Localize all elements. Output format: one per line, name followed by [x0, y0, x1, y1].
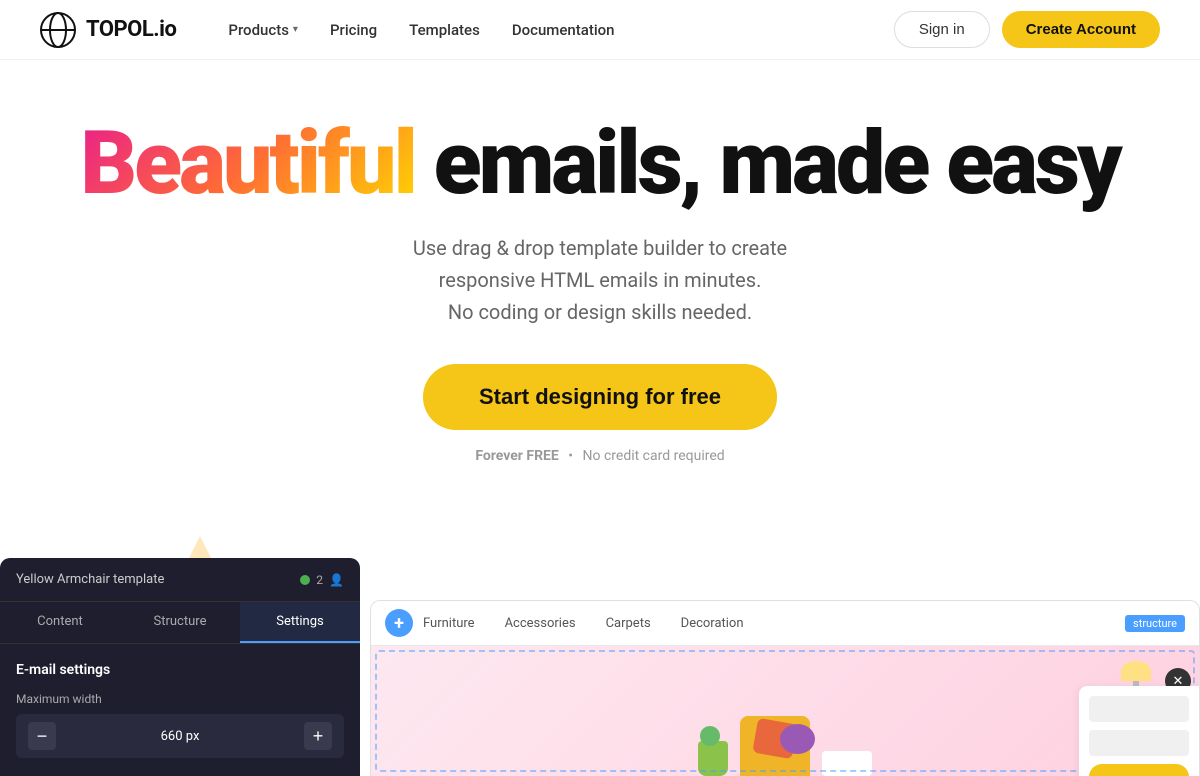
email-nav-accessories[interactable]: Accessories [505, 616, 576, 631]
editor-header: Yellow Armchair template 2 👤 [0, 558, 360, 602]
editor-section-title: E-mail settings [16, 662, 344, 678]
editor-users: 2 👤 [300, 573, 344, 587]
nav-products[interactable]: Products ▾ [216, 13, 310, 47]
email-content-area: ✕ ⧉ [371, 646, 1199, 776]
email-toolbar: + Furniture Accessories Carpets Decorati… [371, 601, 1199, 646]
email-nav-furniture[interactable]: Furniture [423, 616, 475, 631]
editor-panel: Yellow Armchair template 2 👤 Content Str… [0, 558, 360, 776]
tab-structure[interactable]: Structure [120, 602, 240, 643]
width-value: 660 px [64, 729, 296, 744]
structure-badge: structure [1125, 615, 1185, 632]
hero-note: Forever FREE • No credit card required [40, 448, 1160, 464]
form-input-1 [1089, 696, 1189, 722]
tab-settings[interactable]: Settings [240, 602, 360, 643]
max-width-label: Maximum width [16, 692, 344, 706]
email-nav-decoration[interactable]: Decoration [681, 616, 744, 631]
right-form [1079, 686, 1199, 776]
increase-width-button[interactable]: + [304, 722, 332, 750]
width-field-row: − 660 px + [16, 714, 344, 758]
highlight-outline [375, 650, 1195, 772]
product-image: ✕ ⧉ [371, 646, 1199, 776]
logo-icon [40, 12, 76, 48]
hero-section: Beautiful emails, made easy Use drag & d… [0, 60, 1200, 494]
template-name: Yellow Armchair template [16, 572, 164, 587]
user-count: 2 [316, 573, 323, 587]
hero-title-gradient: Beautiful [80, 112, 414, 215]
hero-title: Beautiful emails, made easy [40, 120, 1160, 208]
email-nav-links: Furniture Accessories Carpets Decoration [423, 616, 744, 631]
navbar-right: Sign in Create Account [894, 11, 1160, 48]
nav-templates[interactable]: Templates [397, 13, 492, 47]
navbar: TOPOL.io Products ▾ Pricing Templates Do… [0, 0, 1200, 60]
decrease-width-button[interactable]: − [28, 722, 56, 750]
editor-body: E-mail settings Maximum width − 660 px + [0, 644, 360, 776]
hero-subtitle: Use drag & drop template builder to crea… [350, 232, 850, 328]
preview-wrapper: Yellow Armchair template 2 👤 Content Str… [0, 558, 1200, 776]
create-account-button[interactable]: Create Account [1002, 11, 1160, 48]
logo[interactable]: TOPOL.io [40, 12, 176, 48]
email-preview: + Furniture Accessories Carpets Decorati… [370, 600, 1200, 776]
cta-button[interactable]: Start designing for free [423, 364, 777, 430]
form-submit-button[interactable] [1089, 764, 1189, 776]
chevron-down-icon: ▾ [293, 24, 298, 35]
user-online-dot [300, 575, 310, 585]
email-nav-carpets[interactable]: Carpets [606, 616, 651, 631]
editor-tabs: Content Structure Settings [0, 602, 360, 644]
nav-documentation[interactable]: Documentation [500, 13, 627, 47]
signin-button[interactable]: Sign in [894, 11, 990, 48]
logo-text: TOPOL.io [86, 17, 176, 42]
navbar-left: TOPOL.io Products ▾ Pricing Templates Do… [40, 12, 627, 48]
user-icon: 👤 [329, 573, 344, 587]
nav-pricing[interactable]: Pricing [318, 13, 389, 47]
form-input-2 [1089, 730, 1189, 756]
tab-content[interactable]: Content [0, 602, 120, 643]
hero-title-rest: emails, made easy [415, 112, 1120, 215]
nav-links: Products ▾ Pricing Templates Documentati… [216, 13, 626, 47]
add-block-button[interactable]: + [385, 609, 413, 637]
